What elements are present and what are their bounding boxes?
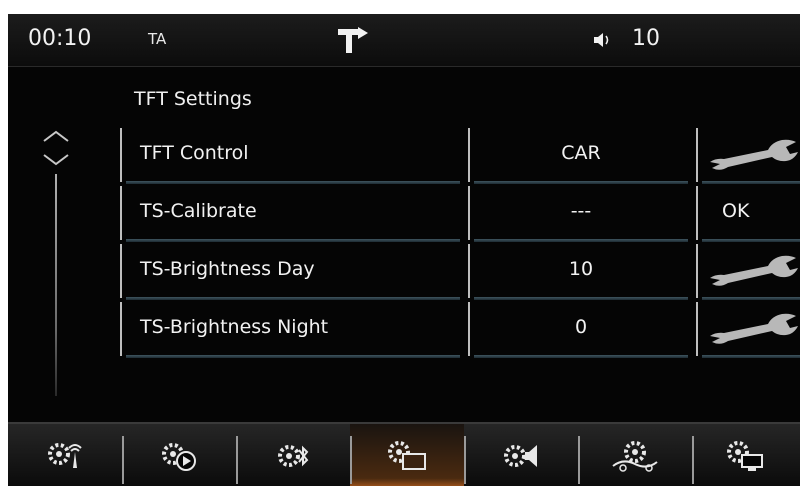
- row-divider: [702, 239, 800, 242]
- tab-sound-settings[interactable]: [464, 424, 578, 486]
- system-settings-icon: [727, 441, 763, 471]
- settings-toolbar: [8, 422, 800, 486]
- wrench-icon: [710, 255, 798, 286]
- volume-level: 10: [632, 26, 660, 51]
- row-divider: [126, 355, 460, 358]
- row-divider: [702, 355, 800, 358]
- toolbar-separator: [578, 436, 580, 484]
- row-divider: [702, 297, 800, 300]
- row-label: TFT Control: [140, 142, 249, 164]
- ts-brightness-day-value-cell[interactable]: 10: [468, 244, 692, 298]
- wrench-icon: [710, 313, 798, 344]
- row-divider: [126, 297, 460, 300]
- settings-row-ts-calibrate: TS-Calibrate --- OK: [120, 186, 800, 242]
- toolbar-separator: [692, 436, 694, 484]
- page-title: TFT Settings: [134, 88, 252, 110]
- sound-settings-icon: [504, 445, 537, 467]
- row-label: TS-Brightness Night: [140, 316, 329, 338]
- settings-row-ts-brightness-night: TS-Brightness Night 0: [120, 302, 800, 358]
- wrench-icon: [710, 139, 798, 170]
- row-divider: [474, 239, 688, 242]
- media-settings-icon: [162, 443, 196, 471]
- scrollbar[interactable]: [55, 174, 57, 396]
- row-divider: [702, 181, 800, 184]
- ts-calibrate-label-cell[interactable]: TS-Calibrate: [120, 186, 466, 240]
- row-value: ---: [570, 200, 592, 222]
- row-value: CAR: [561, 142, 601, 164]
- tab-navigation-settings[interactable]: [578, 424, 692, 486]
- settings-row-ts-brightness-day: TS-Brightness Day 10: [120, 244, 800, 300]
- ts-brightness-day-label-cell[interactable]: TS-Brightness Day: [120, 244, 466, 298]
- row-value: 0: [574, 316, 588, 338]
- row-label: TS-Calibrate: [140, 200, 257, 222]
- tft-control-value-cell[interactable]: CAR: [468, 128, 692, 182]
- status-bar: 00:10 TA 10: [8, 14, 800, 67]
- row-divider: [126, 181, 460, 184]
- toolbar-separator: [122, 436, 124, 484]
- toolbar-separator: [464, 436, 466, 484]
- row-divider: [474, 355, 688, 358]
- row-divider: [126, 239, 460, 242]
- navigation-settings-icon: [612, 441, 658, 472]
- tab-bluetooth-settings[interactable]: [236, 424, 350, 486]
- screen: 00:10 TA 10 TFT Settings TFT Control CAR: [8, 14, 800, 486]
- row-value: 10: [568, 258, 594, 280]
- toolbar-separator: [350, 436, 352, 484]
- tab-radio-settings[interactable]: [8, 424, 122, 486]
- ta-indicator: TA: [148, 30, 167, 48]
- ts-calibrate-value-cell[interactable]: ---: [468, 186, 692, 240]
- tp-icon: [338, 27, 368, 53]
- scroll-down-icon[interactable]: [42, 152, 70, 168]
- tab-media-settings[interactable]: [122, 424, 236, 486]
- tab-display-settings[interactable]: [350, 424, 464, 486]
- ok-label: OK: [722, 200, 750, 222]
- ts-brightness-night-value-cell[interactable]: 0: [468, 302, 692, 356]
- radio-settings-icon: [48, 443, 82, 468]
- row-divider: [474, 297, 688, 300]
- bluetooth-settings-icon: [278, 445, 309, 467]
- row-label: TS-Brightness Day: [140, 258, 315, 280]
- tft-control-settings-button[interactable]: [696, 128, 800, 182]
- scroll-up-icon[interactable]: [42, 128, 70, 144]
- settings-row-tft-control: TFT Control CAR: [120, 128, 800, 184]
- volume-icon: [594, 33, 609, 47]
- tab-system-settings[interactable]: [692, 424, 800, 486]
- row-divider: [474, 181, 688, 184]
- ts-calibrate-ok-button[interactable]: OK: [696, 186, 800, 240]
- toolbar-separator: [236, 436, 238, 484]
- ts-brightness-day-settings-button[interactable]: [696, 244, 800, 298]
- clock: 00:10: [28, 26, 92, 51]
- display-settings-icon: [388, 441, 426, 470]
- tft-control-label-cell[interactable]: TFT Control: [120, 128, 466, 182]
- ts-brightness-night-label-cell[interactable]: TS-Brightness Night: [120, 302, 466, 356]
- ts-brightness-night-settings-button[interactable]: [696, 302, 800, 356]
